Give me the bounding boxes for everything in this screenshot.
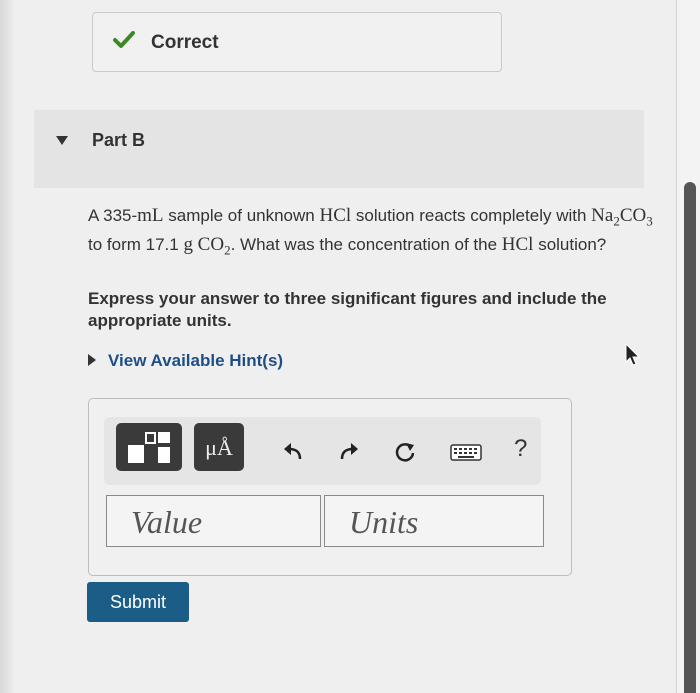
question-text: A 335-mL sample of unknown HCl solution … xyxy=(88,205,653,258)
answer-instructions: Express your answer to three significant… xyxy=(88,289,607,330)
units-input[interactable]: Units xyxy=(324,495,544,547)
problem-page: Correct Part B A 335-mL sample of unknow… xyxy=(0,0,676,693)
undo-icon[interactable] xyxy=(282,441,304,463)
value-placeholder: Value xyxy=(131,504,203,540)
part-title: Part B xyxy=(92,130,146,150)
keyboard-icon[interactable] xyxy=(450,441,482,463)
feedback-box: Correct xyxy=(92,12,502,72)
units-button[interactable]: μÅ xyxy=(194,423,244,471)
submit-button[interactable]: Submit xyxy=(87,582,189,622)
view-hints-link[interactable]: View Available Hint(s) xyxy=(88,351,283,371)
checkmark-icon xyxy=(113,31,135,48)
reset-icon[interactable] xyxy=(394,441,416,463)
feedback-status: Correct xyxy=(151,32,219,53)
mouse-cursor-icon xyxy=(625,343,641,366)
value-input[interactable]: Value xyxy=(106,495,321,547)
math-toolbar: μÅ ? xyxy=(104,417,541,485)
templates-icon xyxy=(128,432,170,463)
redo-icon[interactable] xyxy=(338,441,360,463)
units-placeholder: Units xyxy=(349,504,419,540)
caret-down-icon[interactable] xyxy=(56,136,68,145)
left-edge xyxy=(0,0,14,693)
hint-label: View Available Hint(s) xyxy=(108,351,284,370)
scrollbar-thumb[interactable] xyxy=(684,182,696,693)
caret-right-icon xyxy=(88,353,96,366)
part-header[interactable]: Part B xyxy=(34,110,644,188)
templates-button[interactable] xyxy=(116,423,182,471)
answer-panel: μÅ ? Value Units xyxy=(88,398,572,576)
units-button-label: μÅ xyxy=(205,435,233,460)
help-button[interactable]: ? xyxy=(514,435,527,463)
